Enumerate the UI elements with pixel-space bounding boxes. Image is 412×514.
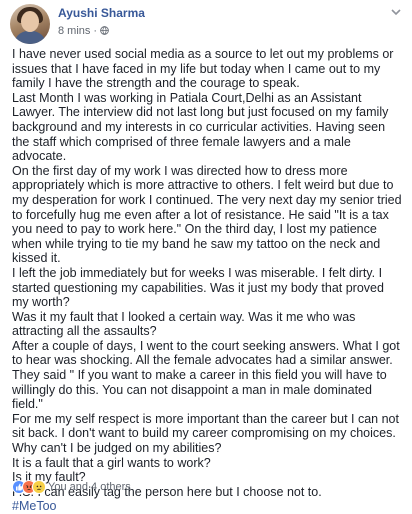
post-paragraph: Last Month I was working in Patiala Cour… [12,90,389,164]
globe-icon[interactable] [100,26,109,35]
post-paragraph: On the first day of my work I was direct… [12,163,402,266]
avatar[interactable] [10,4,50,44]
post-paragraph: Was it my fault that I looked a certain … [12,309,356,339]
author-name[interactable]: Ayushi Sharma [58,6,145,20]
post-header: Ayushi Sharma 8 mins · [10,4,402,44]
post-meta: 8 mins · [58,25,109,37]
sad-reaction-icon [32,480,46,494]
timestamp[interactable]: 8 mins [58,25,90,37]
post-body: I have never used social media as a sour… [12,47,402,514]
post-paragraph: It is a fault that a girl wants to work? [12,455,211,470]
post-paragraph: For me my self respect is more important… [12,411,399,441]
post-paragraph: Why can't I be judged on my abilities? [12,441,222,456]
post-paragraph: After a couple of days, I went to the co… [12,338,400,412]
post-footer: You and 4 others [12,478,402,496]
reaction-summary[interactable]: You and 4 others [48,481,131,493]
chevron-down-icon[interactable] [390,6,402,18]
meta-separator: · [93,25,98,37]
hashtag-link[interactable]: #MeToo [12,499,402,514]
post-paragraph: I have never used social media as a sour… [12,47,394,91]
post-paragraph: I left the job immediately but for weeks… [12,265,384,310]
